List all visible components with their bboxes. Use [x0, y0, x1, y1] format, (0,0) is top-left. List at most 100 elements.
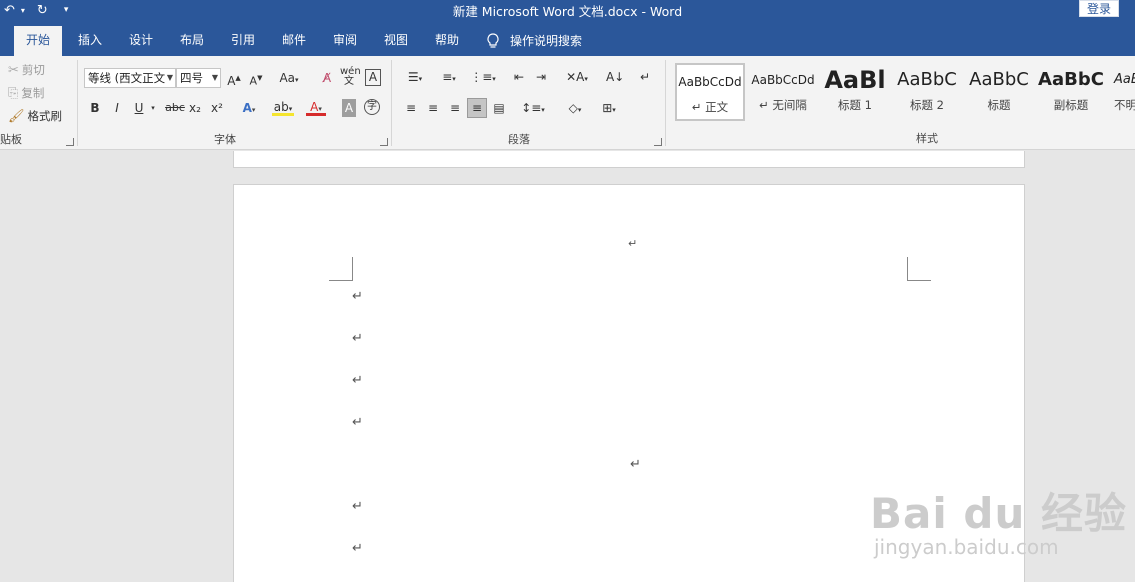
style-sample: AaBl [824, 66, 886, 94]
paragraph-mark: ↵ [352, 373, 363, 388]
style-sample: AaBbCcDd [678, 75, 742, 89]
tab-mailings[interactable]: 邮件 [270, 26, 318, 56]
style-heading-2[interactable]: AaBbC 标题 2 [892, 63, 962, 121]
character-border-icon[interactable]: A [365, 69, 381, 86]
strikethrough-button[interactable]: abc [164, 99, 186, 117]
copy-label: 复制 [21, 86, 45, 100]
document-title: 新建 Microsoft Word 文档.docx - Word [452, 4, 683, 19]
login-button[interactable]: 登录 [1079, 0, 1119, 17]
baidu-watermark: Bai du 经验 jingyan.baidu.com [870, 478, 1126, 578]
tab-help[interactable]: 帮助 [423, 26, 471, 56]
borders-icon[interactable]: ⊞▾ [596, 99, 622, 117]
tab-design[interactable]: 设计 [117, 26, 165, 56]
font-name-dropdown[interactable]: 等线 (西文正文 ▼ [84, 68, 176, 88]
margin-corner-mark [329, 257, 353, 281]
word-window: ↶ ▾ ↻ ▾ 新建 Microsoft Word 文档.docx - Word… [0, 0, 1135, 582]
copy-button[interactable]: ⎘ 复制 [8, 85, 44, 101]
highlight-color-icon[interactable]: ab▾ [272, 98, 294, 116]
line-spacing-icon[interactable]: ↕≡▾ [520, 99, 546, 117]
font-size-value: 四号 [180, 71, 203, 85]
copy-icon: ⎘ [8, 85, 19, 101]
align-left-icon[interactable]: ≡ [402, 99, 420, 117]
cut-button[interactable]: ✂ 剪切 [8, 62, 45, 78]
grow-font-icon[interactable]: A▲ [226, 69, 242, 88]
font-group-label: 字体 [214, 133, 236, 146]
header-paragraph-mark: ↵ [628, 237, 638, 250]
decrease-indent-icon[interactable]: ⇤ [510, 68, 528, 86]
underline-dropdown-icon[interactable]: ▾ [148, 99, 158, 117]
paragraph-mark: ↵ [352, 331, 363, 346]
style-normal[interactable]: AaBbCcDd ↵ 正文 [675, 63, 745, 121]
bullets-icon[interactable]: ☰▾ [402, 68, 428, 86]
change-case-icon[interactable]: Aa▾ [276, 69, 302, 87]
chinese-layout-icon[interactable]: ✕A▾ [564, 68, 590, 86]
tab-review[interactable]: 审阅 [321, 26, 369, 56]
paragraph-mark: ↵ [352, 541, 363, 556]
tab-references[interactable]: 引用 [219, 26, 267, 56]
tell-me-search[interactable]: 操作说明搜索 [486, 26, 582, 56]
font-name-value: 等线 (西文正文 [88, 71, 166, 85]
style-name: 副标题 [1053, 98, 1089, 112]
tab-layout[interactable]: 布局 [168, 26, 216, 56]
clear-formatting-icon[interactable]: A̸ [318, 69, 336, 87]
style-name: 不明 [1114, 98, 1135, 112]
justify-icon[interactable]: ≡ [467, 98, 487, 118]
styles-gallery: AaBbCcDd ↵ 正文 AaBbCcDd ↵ 无间隔 AaBl 标题 1 A… [675, 63, 1135, 121]
tab-view[interactable]: 视图 [372, 26, 420, 56]
ribbon: ✂ 剪切 ⎘ 复制 🖌 格式刷 贴板 等线 (西文正文 ▼ 四号 ▼ A▲ A▼… [0, 56, 1135, 150]
paragraph-group: ☰▾ ≡▾ ⋮≡▾ ⇤ ⇥ ✕A▾ A↓ ↵ ≡ ≡ ≡ ≡ ▤ ↕≡▾ ◇▾ … [392, 56, 664, 150]
style-sample: AaBbC [1038, 69, 1104, 90]
shading-icon[interactable]: ◇▾ [562, 99, 588, 117]
style-subtitle[interactable]: AaBbC 副标题 [1036, 63, 1106, 121]
font-launcher-icon[interactable] [380, 138, 388, 146]
watermark-main: Bai du 经验 [870, 489, 1127, 538]
distributed-icon[interactable]: ▤ [490, 99, 508, 117]
clipboard-group: ✂ 剪切 ⎘ 复制 🖌 格式刷 贴板 [0, 56, 76, 150]
subscript-button[interactable]: x₂ [188, 99, 202, 117]
enclose-characters-icon[interactable]: 字 [364, 99, 380, 115]
title-bar: ↶ ▾ ↻ ▾ 新建 Microsoft Word 文档.docx - Word… [0, 0, 1135, 26]
clipboard-group-label: 贴板 [0, 133, 22, 146]
paragraph-mark: ↵ [352, 289, 363, 304]
phonetic-guide-icon[interactable]: wén 文 [340, 67, 361, 87]
text-effects-icon[interactable]: A▾ [240, 99, 258, 117]
cut-label: 剪切 [21, 63, 45, 77]
style-sample: AaBbC [897, 69, 957, 90]
style-sample: AaBbCcDd [751, 73, 815, 87]
style-title[interactable]: AaBbC 标题 [964, 63, 1034, 121]
bold-button[interactable]: B [88, 99, 102, 117]
clipboard-launcher-icon[interactable] [66, 138, 74, 146]
paragraph-group-label: 段落 [508, 133, 530, 146]
style-subtle-emphasis[interactable]: AaBl 不明 [1108, 63, 1135, 121]
chevron-down-icon: ▼ [166, 73, 173, 82]
scissors-icon: ✂ [8, 62, 19, 78]
ribbon-tabs: 开始 插入 设计 布局 引用 邮件 审阅 视图 帮助 操作说明搜索 [0, 26, 1135, 56]
paragraph-mark: ↵ [352, 415, 363, 430]
font-color-icon[interactable]: A▾ [306, 98, 326, 116]
shrink-font-icon[interactable]: A▼ [248, 69, 264, 88]
align-right-icon[interactable]: ≡ [446, 99, 464, 117]
style-name: ↵ 正文 [691, 100, 729, 114]
tell-me-label: 操作说明搜索 [510, 33, 583, 48]
format-painter-button[interactable]: 🖌 格式刷 [8, 108, 62, 124]
show-marks-icon[interactable]: ↵ [636, 68, 654, 86]
tab-home[interactable]: 开始 [14, 26, 63, 56]
underline-button[interactable]: U [132, 99, 146, 117]
multilevel-list-icon[interactable]: ⋮≡▾ [470, 68, 496, 86]
increase-indent-icon[interactable]: ⇥ [532, 68, 550, 86]
font-size-dropdown[interactable]: 四号 ▼ [176, 68, 221, 88]
sort-icon[interactable]: A↓ [606, 68, 624, 86]
style-heading-1[interactable]: AaBl 标题 1 [820, 63, 890, 121]
paragraph-launcher-icon[interactable] [654, 138, 662, 146]
paintbrush-icon: 🖌 [8, 108, 25, 124]
style-no-spacing[interactable]: AaBbCcDd ↵ 无间隔 [748, 63, 818, 121]
numbering-icon[interactable]: ≡▾ [436, 68, 462, 86]
superscript-button[interactable]: x² [210, 99, 224, 117]
character-shading-icon[interactable]: A [342, 99, 356, 117]
tab-insert[interactable]: 插入 [66, 26, 114, 56]
watermark-url: jingyan.baidu.com [874, 535, 1059, 559]
format-painter-label: 格式刷 [27, 109, 63, 123]
style-name: ↵ 无间隔 [759, 98, 807, 112]
align-center-icon[interactable]: ≡ [424, 99, 442, 117]
italic-button[interactable]: I [110, 99, 124, 117]
